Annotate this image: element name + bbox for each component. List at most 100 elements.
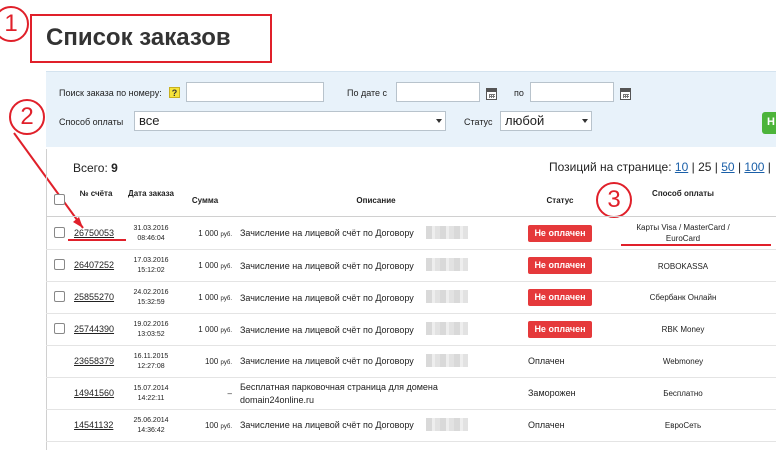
per-page-label: Позиций на странице: (549, 160, 672, 174)
date-from-input[interactable] (396, 82, 480, 102)
order-date: 17.03.2016 15:12:02 (133, 257, 169, 274)
total-value: 9 (111, 161, 118, 175)
date-to-label: по (514, 88, 524, 98)
order-description: Зачисление на лицевой счёт по Договору (240, 261, 414, 271)
order-number-link[interactable]: 26750053 (74, 228, 114, 238)
chevron-down-icon (582, 119, 588, 123)
status-badge: Не оплачен (528, 289, 592, 306)
date-to-input[interactable] (530, 82, 614, 102)
search-label: Поиск заказа по номеру: (59, 88, 162, 98)
separator: | (691, 160, 695, 174)
row-divider (46, 441, 776, 442)
order-sum: 1 000 руб. (198, 293, 232, 302)
row-divider (46, 345, 776, 346)
row-divider (46, 281, 776, 282)
calendar-icon[interactable] (620, 88, 631, 100)
payment-method: ЕвроСеть (664, 421, 702, 430)
callout-marker-3: 3 (596, 182, 632, 218)
date-from-label: По дате с (347, 88, 388, 98)
annotation-underline-payment (621, 244, 771, 246)
status-text: Оплачен (528, 356, 565, 366)
order-description: Зачисление на лицевой счёт по Договору (240, 356, 414, 366)
order-number-link[interactable]: 25744390 (74, 324, 114, 334)
apply-filter-button[interactable]: Н (762, 112, 776, 134)
column-header-description: Описание (356, 196, 396, 205)
per-page-selector: Позиций на странице: 10 | 25 | 50 | 100 … (549, 160, 771, 174)
order-sum: 100 руб. (204, 421, 232, 430)
order-description: Зачисление на лицевой счёт по Договору (240, 228, 414, 238)
row-divider (46, 249, 776, 250)
status-badge: Не оплачен (528, 321, 592, 338)
column-header-payment: Способ оплаты (652, 189, 714, 198)
order-number-link[interactable]: 25855270 (74, 292, 114, 302)
payment-method-select[interactable]: все (134, 111, 446, 131)
redacted-contract (426, 290, 468, 303)
column-header-number: № счёта (79, 189, 113, 198)
per-page-100-link[interactable]: 100 (744, 160, 764, 174)
order-description-domain: domain24online.ru (240, 395, 315, 405)
order-description: Зачисление на лицевой счёт по Договору (240, 325, 414, 335)
chevron-down-icon (436, 119, 442, 123)
order-date: 25.06.2014 14:36:42 (133, 417, 169, 434)
payment-method: ROBOKASSA (657, 262, 709, 271)
order-number-link[interactable]: 23658379 (74, 356, 114, 366)
order-description: Бесплатная парковочная страница для доме… (240, 382, 438, 392)
payment-method: RBK Money (661, 325, 705, 334)
separator: | (767, 160, 771, 174)
redacted-contract (426, 354, 468, 367)
payment-method-label: Способ оплаты (59, 117, 124, 127)
calendar-icon[interactable] (486, 88, 497, 100)
per-page-25-current: 25 (698, 160, 712, 174)
separator: | (714, 160, 718, 174)
status-filter-select[interactable]: любой (500, 111, 592, 131)
row-divider (46, 313, 776, 314)
row-checkbox[interactable] (54, 259, 65, 270)
status-text: Заморожен (528, 388, 576, 398)
table-left-border (46, 149, 47, 450)
row-divider (46, 377, 776, 378)
page-title: Список заказов (46, 24, 231, 51)
redacted-contract (426, 322, 468, 335)
column-header-date: Дата заказа (128, 189, 174, 198)
order-number-link[interactable]: 14941560 (74, 388, 114, 398)
payment-method: Webmoney (662, 357, 704, 366)
redacted-contract (426, 418, 468, 431)
per-page-10-link[interactable]: 10 (675, 160, 688, 174)
order-sum: 100 руб. (204, 357, 232, 366)
order-search-input[interactable] (186, 82, 324, 102)
order-sum: – (227, 389, 232, 398)
status-filter-label: Статус (464, 117, 493, 127)
status-filter-value: любой (505, 113, 545, 128)
order-sum: 1 000 руб. (198, 229, 232, 238)
column-header-status: Статус (546, 196, 574, 205)
status-text: Оплачен (528, 420, 565, 430)
row-checkbox[interactable] (54, 227, 65, 238)
order-date: 19.02.2016 13:03:52 (133, 321, 169, 338)
order-number-link[interactable]: 26407252 (74, 260, 114, 270)
per-page-50-link[interactable]: 50 (721, 160, 734, 174)
separator: | (737, 160, 742, 174)
column-header-sum: Сумма (191, 196, 219, 205)
callout-marker-1: 1 (0, 6, 29, 42)
header-divider (46, 216, 776, 217)
payment-method-value: все (139, 113, 160, 128)
order-description: Зачисление на лицевой счёт по Договору (240, 293, 414, 303)
row-checkbox[interactable] (54, 323, 65, 334)
payment-method: Сбербанк Онлайн (649, 293, 717, 302)
annotation-underline-number (68, 239, 126, 241)
order-number-link[interactable]: 14541132 (74, 420, 113, 430)
order-sum: 1 000 руб. (198, 261, 232, 270)
select-all-checkbox[interactable] (54, 194, 65, 205)
order-date: 31.03.2016 08:46:04 (133, 225, 169, 242)
help-icon[interactable]: ? (169, 87, 180, 98)
order-sum: 1 000 руб. (198, 325, 232, 334)
order-date: 16.11.2015 12:27:08 (133, 353, 169, 370)
total-count: Всего: 9 (73, 161, 118, 175)
status-badge: Не оплачен (528, 225, 592, 242)
payment-method: Бесплатно (663, 389, 703, 398)
redacted-contract (426, 258, 468, 271)
status-badge: Не оплачен (528, 257, 592, 274)
row-checkbox[interactable] (54, 291, 65, 302)
total-label: Всего: (73, 161, 108, 175)
order-description: Зачисление на лицевой счёт по Договору (240, 420, 414, 430)
